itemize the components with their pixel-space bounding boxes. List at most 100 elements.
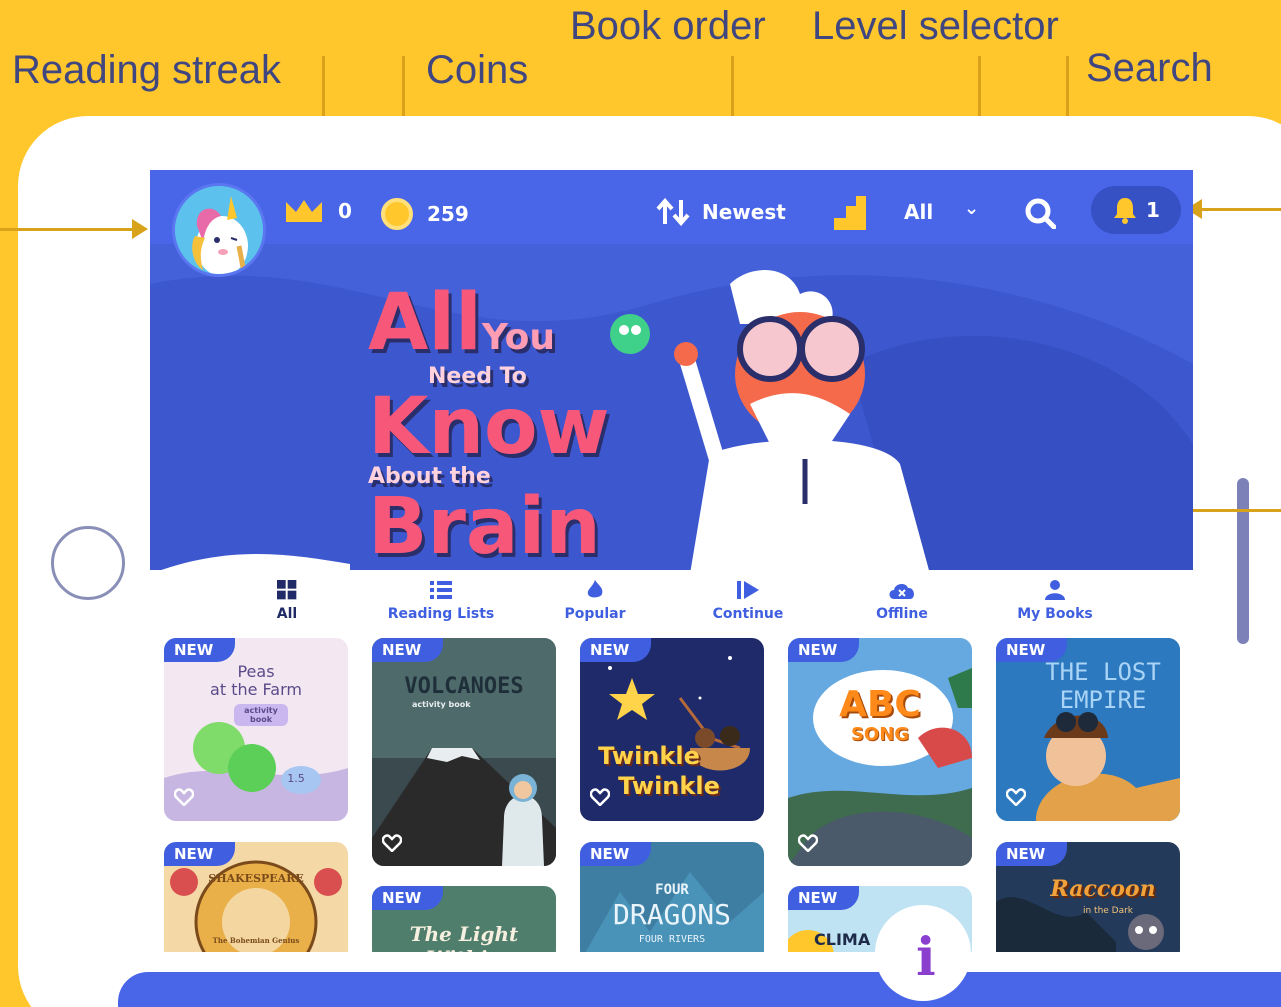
new-badge: NEW [996,638,1068,662]
book-title: at the Farm [210,680,302,699]
book-title: Peas [237,662,275,681]
coins[interactable]: 259 [381,198,469,230]
info-icon: i [916,927,936,988]
new-badge: NEW [788,638,860,662]
notifications-button[interactable]: 1 [1091,186,1181,234]
banner-line-brain: Brain [368,482,601,572]
category-tabs: All Reading Lists Popular Continue Offli… [150,570,1193,628]
tab-reading-lists[interactable]: Reading Lists [371,580,511,622]
callout-level-selector: Level selector [812,4,1059,48]
heart-icon[interactable] [798,834,818,852]
book-title: ABC [839,684,921,725]
app-screen: 0 259 Newest All ⌄ 1 AllYou Need To Know… [150,170,1193,952]
tab-offline-label: Offline [876,606,928,622]
fire-icon [587,580,603,598]
banner-line-you: You [481,317,555,358]
book-card-lost-empire[interactable]: THE LOST EMPIRE NEW [996,638,1180,821]
avatar[interactable] [172,183,266,277]
book-card-peas[interactable]: Peas at the Farm activity book 1.5 NEW [164,638,348,821]
book-title: Twinkle [598,742,700,770]
professor-illustration [610,270,930,574]
book-level-badge: 1.5 [287,772,305,785]
book-title: The Light Within [409,922,519,952]
person-icon [1045,580,1065,600]
book-title: VOLCANOES [404,674,524,699]
list-icon [430,581,452,599]
banner-line-all: All [368,278,482,368]
callout-reading-streak: Reading streak [12,48,282,92]
bell-icon [1114,198,1137,224]
order-label: Newest [702,200,786,224]
notification-count: 1 [1146,198,1160,222]
book-subtitle: in the Dark [1082,906,1134,916]
book-title: SONG [850,724,910,745]
tab-popular[interactable]: Popular [525,580,665,622]
chevron-down-icon[interactable]: ⌄ [964,198,979,219]
play-icon [737,581,759,599]
book-card-volcanoes[interactable]: VOLCANOES activity book NEW [372,638,556,866]
sort-icon [656,198,690,226]
book-cover-art [788,668,972,866]
tab-continue-label: Continue [712,606,784,622]
book-card-dragons[interactable]: FOUR DRAGONS FOUR RIVERS NEW [580,842,764,952]
book-title: Raccoon [1050,876,1156,902]
coin-icon [381,198,413,230]
grid-icon [277,580,297,600]
book-subtitle: FOUR RIVERS [638,934,706,945]
new-badge: NEW [788,886,860,910]
tab-my-books[interactable]: My Books [985,580,1125,622]
callout-coins: Coins [426,48,529,92]
book-title: EMPIRE [1059,686,1147,714]
book-order-button[interactable]: Newest [656,198,786,226]
tab-my-books-label: My Books [1017,606,1093,622]
level-stairs-icon[interactable] [832,196,868,230]
heart-icon[interactable] [174,788,194,806]
tab-reading-lists-label: Reading Lists [387,606,495,622]
reading-streak[interactable]: 0 [284,198,352,224]
featured-banner[interactable]: AllYou Need To Know About the Brain [150,244,1193,574]
tab-all[interactable]: All [217,580,357,622]
book-card-raccoon[interactable]: Raccoon in the Dark NEW [996,842,1180,952]
book-cover-art [372,638,556,866]
tab-popular-label: Popular [564,606,626,622]
callout-search: Search [1086,46,1213,90]
tab-all-label: All [276,606,298,622]
book-title: Twinkle [618,772,720,800]
top-bar: 0 259 Newest All ⌄ 1 [150,170,1193,248]
search-icon[interactable] [1024,197,1056,229]
arrow-notifications [1186,199,1281,219]
level-value[interactable]: All [904,200,933,224]
book-card-shakespeare[interactable]: SHAKESPEARE The Bohemian Genius NEW [164,842,348,952]
book-card-twinkle[interactable]: Twinkle Twinkle NEW [580,638,764,821]
new-badge: NEW [580,842,652,866]
book-title: SHAKESPEARE [208,872,304,885]
new-badge: NEW [164,842,236,866]
book-title: THE LOST [1045,658,1161,686]
heart-icon[interactable] [1006,788,1026,806]
arrow-banner [1174,500,1281,520]
banner-headline: AllYou Need To Know About the Brain [368,284,610,566]
heart-icon[interactable] [382,834,402,852]
new-badge: NEW [164,638,236,662]
book-card-abc-song[interactable]: ABC SONG NEW [788,638,972,866]
book-subtitle: The Bohemian Genius [212,936,300,945]
home-button[interactable] [51,526,125,600]
new-badge: NEW [372,886,444,910]
book-title: DRAGONS [612,898,731,931]
heart-icon[interactable] [590,788,610,806]
callout-book-order: Book order [570,4,766,48]
book-card-light-within[interactable]: The Light Within NEW [372,886,556,952]
crown-icon [286,200,322,222]
tab-continue[interactable]: Continue [678,580,818,622]
new-badge: NEW [996,842,1068,866]
arrow-avatar [0,219,148,239]
book-subtitle: activity book [412,700,471,709]
new-badge: NEW [372,638,444,662]
tab-offline[interactable]: Offline [832,580,972,622]
book-subtitle: activity book [234,704,288,726]
coin-count: 259 [427,202,469,226]
streak-count: 0 [338,199,352,223]
new-badge: NEW [580,638,652,662]
book-title: FOUR [655,882,689,898]
cloud-icon [889,584,914,599]
